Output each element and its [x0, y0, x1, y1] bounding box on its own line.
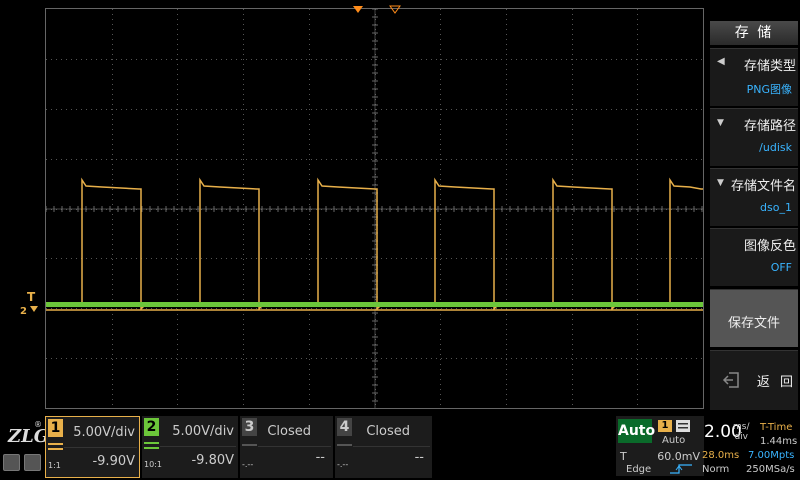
registered-mark: ® [34, 420, 42, 429]
probe-ratio: -.-- [242, 460, 254, 469]
memory-depth: 7.00Mpts [748, 450, 795, 461]
channel-1-panel[interactable]: 1 1:1 5.00V/div -9.90V [45, 416, 140, 478]
back-icon [722, 372, 739, 388]
menu-item-value: PNG图像 [746, 83, 792, 96]
menu-item-storage-type[interactable]: ◀ 存储类型 PNG图像 [710, 48, 798, 106]
trigger-sweep: Auto [662, 435, 686, 446]
acquisition-mode: Norm [702, 464, 730, 475]
storage-menu: 存 储 ◀ 存储类型 PNG图像 ▼ 存储路径 /udisk ▼ 存储文件名 d… [708, 0, 800, 412]
ground-arrow-icon [30, 306, 38, 312]
probe-ratio: -.-- [337, 460, 349, 469]
probe-ratio: 1:1 [48, 461, 61, 470]
logo-text: ZLG [8, 426, 50, 447]
channel-2-panel[interactable]: 2 10:1 5.00V/div -9.80V [142, 416, 238, 478]
channel-number: 1 [48, 419, 63, 437]
trigger-level: 60.0mV [657, 450, 700, 463]
trigger-menu-icon [676, 420, 690, 432]
time-readout-title: T-Time [760, 422, 793, 433]
channel-offset: -- [414, 450, 424, 465]
coupling-icon [144, 442, 159, 449]
waveform-display[interactable]: T 2 [0, 0, 708, 412]
ch2-ground-marker: 2 [20, 306, 27, 317]
menu-item-label: 存储路径 [743, 119, 796, 134]
status-bar: ZLG ® 1 1:1 5.00V/div -9.90V 2 10:1 5.00… [0, 412, 800, 480]
trigger-source: 1 [658, 420, 672, 432]
menu-item-value: OFF [770, 261, 792, 274]
menu-item-value: dso_1 [760, 201, 792, 214]
probe-ratio: 10:1 [144, 460, 162, 469]
timebase-unit: ms/div [733, 422, 750, 442]
chevron-left-icon: ◀ [717, 56, 725, 67]
usb-storage-icon[interactable] [24, 454, 41, 471]
channel-scale: Closed [366, 424, 410, 439]
coupling-icon [48, 443, 63, 450]
trigger-level-marker: T [27, 290, 36, 304]
chevron-down-icon: ▼ [717, 118, 724, 128]
channel-3-panel[interactable]: 3 -.-- Closed -- [240, 416, 333, 478]
channel-number: 2 [144, 418, 159, 436]
menu-item-file-name[interactable]: ▼ 存储文件名 dso_1 [710, 168, 798, 226]
back-button[interactable]: 返 回 [710, 350, 798, 410]
time-readout-value: 1.44ms [760, 436, 798, 447]
ch2-waveform [46, 302, 703, 307]
channel-4-panel[interactable]: 4 -.-- Closed -- [335, 416, 432, 478]
horizontal-delay: 28.0ms [702, 450, 740, 461]
trigger-label: T [620, 450, 627, 463]
chevron-down-icon: ▼ [717, 178, 724, 188]
menu-item-storage-path[interactable]: ▼ 存储路径 /udisk [710, 108, 798, 166]
menu-item-value: /udisk [759, 141, 792, 154]
coupling-icon [242, 444, 257, 446]
save-file-button[interactable]: 保存文件 [710, 289, 798, 347]
channel-offset: -9.90V [92, 454, 135, 469]
menu-title: 存 储 [710, 21, 798, 45]
channel-number: 3 [242, 418, 257, 436]
menu-item-invert-image[interactable]: 图像反色 OFF [710, 228, 798, 286]
menu-item-label: 存储类型 [743, 59, 796, 74]
channel-number: 4 [337, 418, 352, 436]
coupling-icon [337, 444, 352, 446]
channel-offset: -- [315, 450, 325, 465]
menu-item-label: 返 回 [756, 375, 796, 390]
waveform-canvas: T 2 [20, 5, 704, 409]
channel-offset: -9.80V [191, 453, 234, 468]
rising-edge-icon [670, 464, 692, 474]
menu-item-label: 存储文件名 [730, 179, 796, 194]
sample-rate: 250MSa/s [746, 464, 795, 475]
channel-scale: Closed [267, 424, 311, 439]
channel-scale: 5.00V/div [73, 425, 135, 440]
run-mode-badge: Auto [618, 419, 655, 443]
trigger-panel[interactable]: Auto 1 Auto T 60.0mV Edge [616, 416, 704, 476]
menu-item-label: 图像反色 [743, 239, 796, 254]
trigger-type: Edge [626, 464, 652, 475]
timebase-panel[interactable]: 2.00 ms/div T-Time 1.44ms 28.0ms 7.00Mpt… [700, 416, 800, 478]
menu-item-label: 保存文件 [727, 316, 780, 331]
screenshot-icon[interactable] [3, 454, 20, 471]
channel-scale: 5.00V/div [172, 424, 234, 439]
